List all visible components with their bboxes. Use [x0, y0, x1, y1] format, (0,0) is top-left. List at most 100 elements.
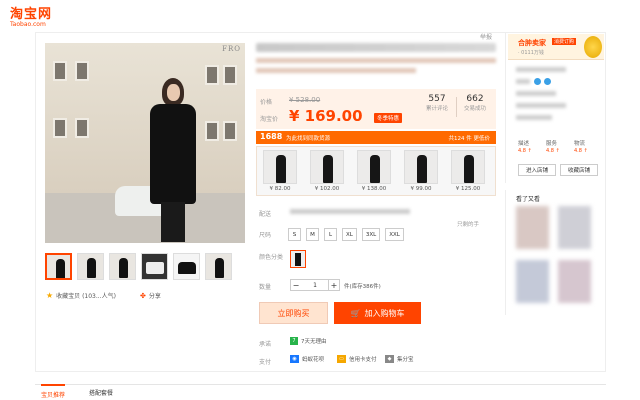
image-brand-mark: FRO — [222, 45, 241, 53]
payment-jifenbao[interactable]: ◆ 集分宝 — [385, 355, 414, 363]
promo-tag: 冬季特惠 — [374, 113, 403, 123]
size-option-s[interactable]: S — [288, 228, 301, 241]
supply-item[interactable]: ¥ 125.00 — [449, 150, 487, 192]
size-options: S M L XL 3XL XXL — [288, 228, 404, 241]
delivery-info-blurred — [290, 209, 410, 214]
supply-banner[interactable]: 1688 为此找到同款货源 共124 件 更低价 — [256, 131, 496, 144]
thumbnail-figure — [146, 262, 164, 274]
size-option-xxl[interactable]: XXL — [385, 228, 404, 241]
swatch-figure — [295, 253, 301, 266]
share-label: 分享 — [148, 293, 161, 300]
size-label: 尺码 — [259, 232, 272, 239]
score-service-value: 4.8 ↑ — [546, 148, 560, 154]
thumbnail-6[interactable] — [205, 253, 232, 280]
supply-item-image — [404, 150, 438, 184]
buy-now-button[interactable]: 立即购买 — [259, 302, 328, 324]
promise-text: 7天无理由 — [301, 339, 327, 345]
model-legs — [161, 202, 185, 242]
reviews-stat[interactable]: 557 累计评论 — [426, 94, 448, 112]
stock-hint: 只剩的手 — [457, 222, 480, 228]
quantity-label: 数量 — [259, 284, 272, 291]
thumbnail-1[interactable] — [45, 253, 72, 280]
taobao-logo[interactable]: 淘宝网 Taobao.com — [10, 8, 52, 28]
thumbnail-figure — [119, 258, 128, 278]
supply-count[interactable]: 共124 件 更低价 — [449, 134, 491, 142]
payment-jifenbao-label: 集分宝 — [397, 357, 414, 363]
recommendation-item[interactable] — [558, 260, 591, 303]
supply-item-price: ¥ 138.00 — [361, 186, 387, 192]
quantity-increase-button[interactable]: + — [328, 279, 340, 291]
supply-figure — [464, 155, 474, 183]
report-link[interactable]: 举报 — [480, 32, 492, 41]
jifenbao-icon: ◆ — [385, 355, 394, 363]
image-model — [145, 78, 203, 243]
share-button[interactable]: ✤ 分享 — [140, 291, 161, 301]
thumbnail-5[interactable] — [173, 253, 200, 280]
seller-panel: 合肿卖家 消费订购 · 0111万钱 描述 服务 物流 4.8 ↑ 4.8 ↑ … — [505, 33, 605, 183]
delivery-label: 配送 — [259, 211, 272, 218]
image-window — [223, 121, 237, 141]
supply-item-image — [451, 150, 485, 184]
supply-item-image — [263, 150, 297, 184]
supply-item[interactable]: ¥ 82.00 — [261, 150, 299, 192]
supply-items: ¥ 82.00 ¥ 102.00 ¥ 138.00 ¥ 99.00 ¥ 125.… — [256, 146, 496, 196]
image-window — [205, 121, 219, 141]
logo-text-cn: 淘宝网 — [10, 7, 53, 22]
size-option-3xl[interactable]: 3XL — [361, 228, 381, 241]
image-window — [75, 118, 89, 138]
model-face — [167, 84, 180, 101]
star-icon: ★ — [46, 291, 54, 300]
thumbnail-figure — [178, 262, 196, 274]
add-to-cart-button[interactable]: 🛒 加入购物车 — [334, 302, 421, 324]
thumbnail-2[interactable] — [77, 253, 104, 280]
payment-huabei-label: 蚂蚁花呗 — [302, 357, 325, 363]
favorite-shop-button[interactable]: 收藏店铺 — [560, 164, 598, 176]
supply-item[interactable]: ¥ 102.00 — [308, 150, 346, 192]
seller-banner-sub: · 0111万钱 — [518, 50, 544, 56]
seller-badge: 消费订购 — [552, 38, 577, 45]
thumbnail-3[interactable] — [109, 253, 136, 280]
supply-item-price: ¥ 82.00 — [269, 186, 291, 192]
supply-figure — [417, 155, 427, 183]
sales-stat: 662 交易成功 — [464, 94, 486, 112]
share-icon: ✤ — [140, 291, 146, 300]
favorite-item-button[interactable]: ★ 收藏宝贝 (103...人气) — [46, 291, 116, 300]
supply-text: 为此找到同款货源 — [286, 136, 331, 142]
supply-figure — [276, 155, 286, 183]
enter-shop-button[interactable]: 进入店铺 — [518, 164, 556, 176]
shop-info-blurred — [516, 103, 566, 108]
recommendation-item[interactable] — [516, 206, 549, 249]
image-window — [53, 118, 67, 138]
size-option-xl[interactable]: XL — [342, 228, 357, 241]
size-option-l[interactable]: L — [324, 228, 337, 241]
shop-info-blurred — [516, 79, 530, 84]
reviews-count: 557 — [428, 94, 446, 104]
supply-figure — [323, 155, 333, 183]
tab-recommendations[interactable]: 宝贝推荐 — [41, 384, 66, 399]
score-desc-value: 4.8 ↑ — [518, 148, 532, 154]
supply-item-price: ¥ 102.00 — [314, 186, 340, 192]
product-title-blurred — [256, 43, 496, 52]
cart-icon: 🛒 — [350, 308, 361, 318]
promise-item[interactable]: 7 7天无理由 — [290, 337, 327, 345]
thumbnail-4[interactable] — [141, 253, 168, 280]
quantity-input[interactable] — [301, 279, 329, 291]
main-product-image[interactable]: FRO — [45, 43, 245, 243]
thumbnail-figure — [87, 258, 96, 278]
huabei-icon: ◉ — [290, 355, 299, 363]
supply-item[interactable]: ¥ 138.00 — [355, 150, 393, 192]
supply-item[interactable]: ¥ 99.00 — [402, 150, 440, 192]
payment-credit-card[interactable]: ▭ 信用卡支付 — [337, 355, 377, 363]
color-swatch-selected[interactable] — [290, 250, 306, 268]
tab-bundles[interactable]: 搭配套餐 — [89, 388, 113, 397]
original-price-label: 价格 — [260, 99, 273, 106]
color-label: 颜色分类 — [259, 254, 284, 261]
size-option-m[interactable]: M — [306, 228, 319, 241]
logo-text-en: Taobao.com — [10, 21, 46, 28]
sales-label: 交易成功 — [464, 106, 487, 112]
recommendation-item[interactable] — [558, 206, 591, 249]
payment-huabei[interactable]: ◉ 蚂蚁花呗 — [290, 355, 324, 363]
supply-item-price: ¥ 125.00 — [455, 186, 481, 192]
image-window — [75, 61, 89, 81]
recommendation-item[interactable] — [516, 260, 549, 303]
